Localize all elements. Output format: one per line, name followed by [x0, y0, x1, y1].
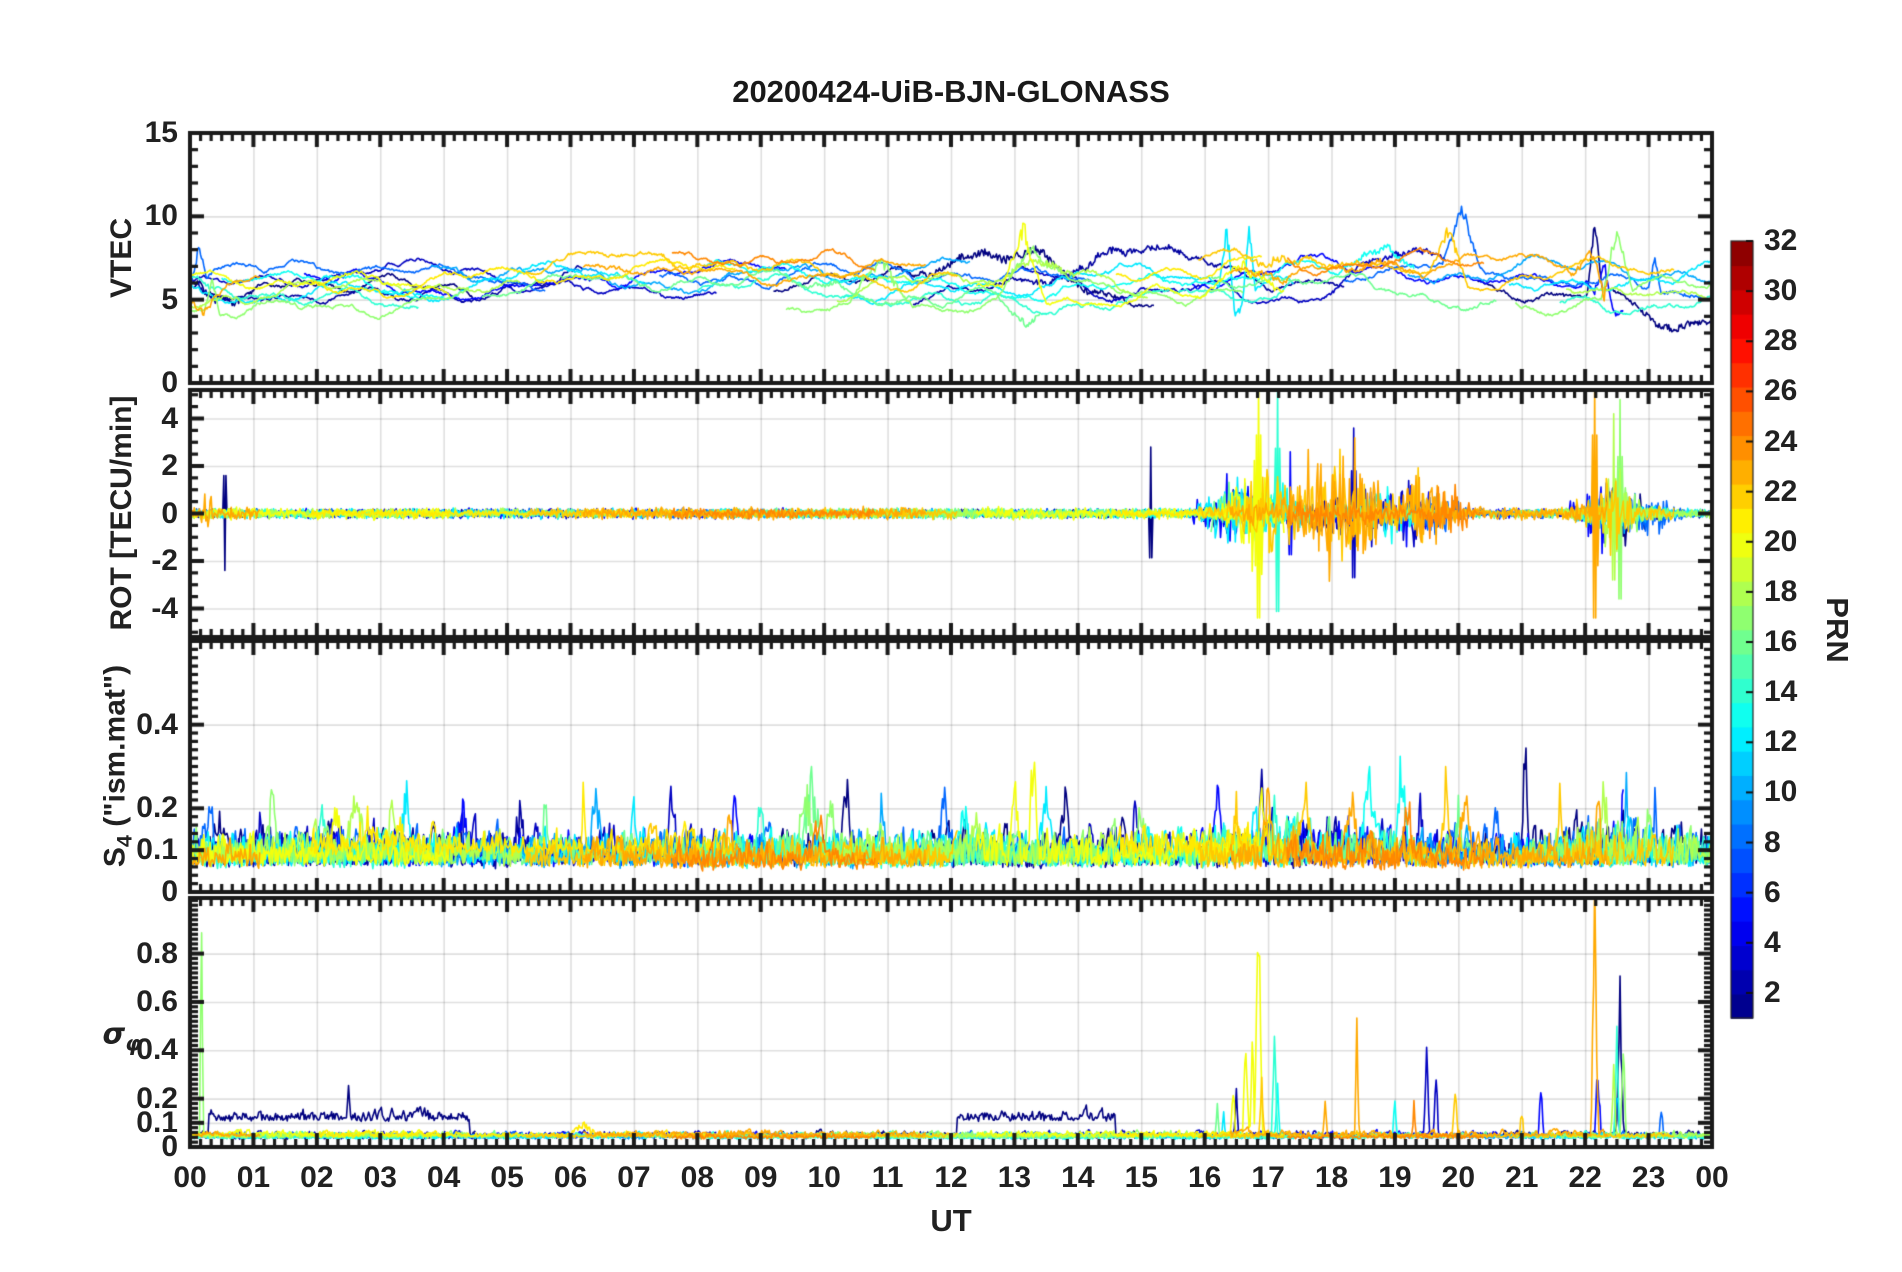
- colorbar-tick-label: 18: [1764, 574, 1798, 608]
- x-tick-label: 16: [1187, 1161, 1222, 1194]
- x-tick-label: 05: [490, 1161, 524, 1194]
- x-tick-label: 02: [300, 1161, 334, 1194]
- y-tick-label-vtec: 0: [161, 366, 178, 399]
- y-tick-label-rot: 4: [161, 401, 178, 435]
- x-tick-label: 20: [1441, 1161, 1476, 1194]
- y-tick-label-rot: 2: [161, 449, 178, 482]
- x-tick-label: 12: [934, 1161, 968, 1194]
- x-tick-label: 01: [236, 1161, 271, 1194]
- x-tick-label: 09: [744, 1161, 778, 1194]
- x-tick-label: 03: [363, 1161, 397, 1194]
- colorbar-tick-label: 12: [1764, 725, 1798, 759]
- y-tick-label-sigma_phi: 0.4: [136, 1033, 178, 1067]
- x-tick-label: 04: [426, 1161, 461, 1194]
- y-tick-label-rot: -4: [151, 591, 178, 625]
- y-tick-label-vtec: 15: [144, 116, 178, 149]
- y-tick-label-s4: 0: [161, 875, 178, 908]
- y-tick-label-sigma_phi: 0.2: [136, 1081, 178, 1115]
- x-tick-label: 10: [807, 1161, 841, 1194]
- y-tick-label-rot: 0: [161, 496, 178, 530]
- colorbar-tick-label: 8: [1764, 825, 1781, 859]
- y-tick-label-vtec: 10: [144, 199, 178, 233]
- colorbar-tick-label: 10: [1764, 775, 1798, 809]
- x-tick-label: 19: [1378, 1161, 1412, 1194]
- colorbar-tick-label: 32: [1764, 224, 1798, 257]
- x-tick-label: 21: [1505, 1161, 1539, 1194]
- colorbar-tick-label: 16: [1764, 625, 1798, 659]
- x-tick-label: 23: [1631, 1161, 1666, 1194]
- colorbar-tick-label: 30: [1764, 274, 1798, 308]
- colorbar-tick-label: 4: [1764, 925, 1781, 959]
- x-tick-label: 14: [1061, 1161, 1095, 1194]
- colorbar-tick-label: 20: [1764, 524, 1798, 558]
- x-tick-label: 18: [1314, 1161, 1349, 1194]
- x-tick-label: 00: [1695, 1161, 1729, 1194]
- colorbar-tick-label: 22: [1764, 474, 1798, 508]
- x-tick-label: 00: [173, 1161, 207, 1194]
- colorbar-tick-label: 6: [1764, 875, 1781, 909]
- chart-canvas: [0, 0, 1902, 1272]
- x-tick-label: 22: [1568, 1161, 1602, 1194]
- y-tick-label-vtec: 5: [161, 282, 178, 316]
- colorbar-tick-label: 14: [1764, 675, 1798, 709]
- x-tick-label: 17: [1251, 1161, 1285, 1194]
- y-tick-label-sigma_phi: 0.6: [136, 984, 178, 1018]
- y-tick-label-rot: -2: [151, 544, 178, 577]
- colorbar-tick-label: 2: [1764, 975, 1781, 1009]
- y-tick-label-sigma_phi: 0.8: [136, 936, 178, 970]
- x-tick-label: 08: [680, 1161, 715, 1194]
- figure-glonass-scintillation: 20200424-UiB-BJN-GLONASS VTEC ROT [TECU/…: [0, 0, 1902, 1272]
- x-tick-label: 07: [617, 1161, 651, 1194]
- x-tick-label: 11: [871, 1161, 904, 1194]
- y-tick-label-s4: 0.4: [136, 707, 178, 741]
- x-axis-label: UT: [930, 1203, 972, 1238]
- colorbar-tick-label: 28: [1764, 324, 1798, 358]
- y-tick-label-s4: 0.1: [136, 833, 178, 867]
- x-tick-label: 06: [553, 1161, 588, 1194]
- chart-title: 20200424-UiB-BJN-GLONASS: [732, 74, 1170, 109]
- colorbar-tick-label: 24: [1764, 424, 1798, 458]
- y-tick-label-s4: 0.2: [136, 791, 178, 825]
- x-tick-label: 13: [997, 1161, 1032, 1194]
- colorbar-tick-label: 26: [1764, 374, 1798, 408]
- x-tick-label: 15: [1124, 1161, 1158, 1194]
